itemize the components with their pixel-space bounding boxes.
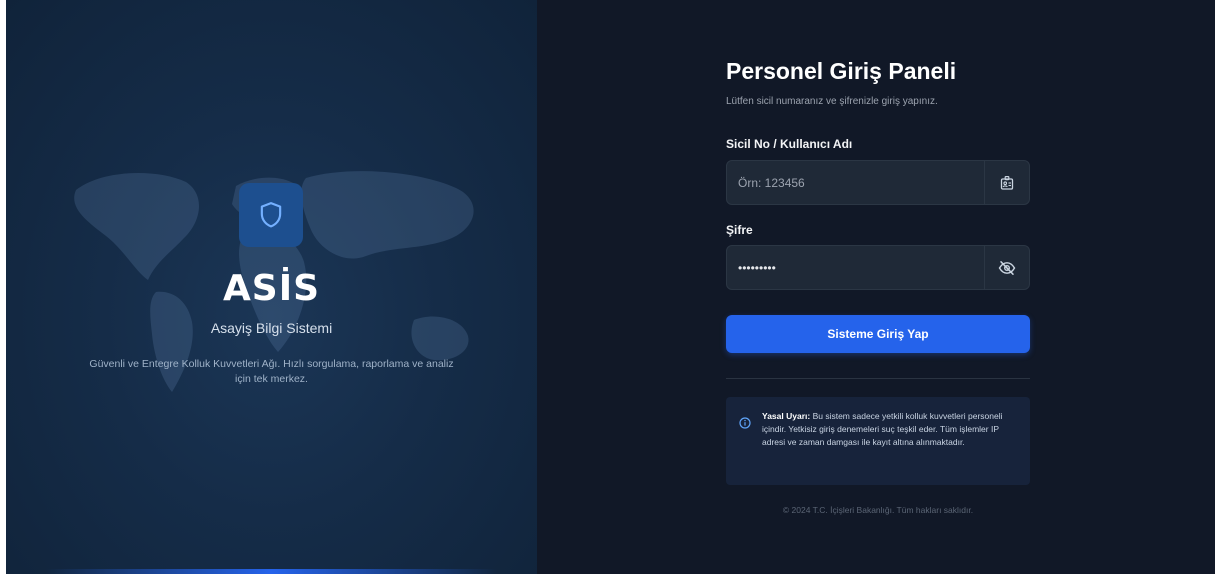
- brand-description: Güvenli ve Entegre Kolluk Kuvvetleri Ağı…: [89, 358, 454, 385]
- shield-icon: [260, 202, 282, 228]
- eye-off-icon: [998, 260, 1016, 275]
- toggle-password-button[interactable]: [984, 246, 1029, 289]
- username-label: Sicil No / Kullanıcı Adı: [726, 137, 853, 151]
- login-button[interactable]: Sisteme Giriş Yap: [726, 315, 1030, 353]
- legal-notice-heading: Yasal Uyarı:: [762, 411, 811, 421]
- legal-notice-text: Yasal Uyarı: Bu sistem sadece yetkili ko…: [762, 410, 1018, 449]
- legal-notice: Yasal Uyarı: Bu sistem sadece yetkili ko…: [726, 397, 1030, 485]
- divider: [726, 378, 1030, 379]
- password-label: Şifre: [726, 223, 753, 237]
- logo-badge: [239, 183, 303, 247]
- id-card-icon: [1000, 175, 1014, 190]
- page-title: Personel Giriş Paneli: [726, 58, 957, 84]
- login-instructions: Lütfen sicil numaranız ve şifrenizle gir…: [726, 96, 938, 107]
- password-field: [726, 245, 1030, 290]
- username-input[interactable]: [727, 161, 984, 204]
- brand-panel: ASİS Asayiş Bilgi Sistemi Güvenli ve Ent…: [6, 0, 537, 574]
- username-field: [726, 160, 1030, 205]
- login-window: ASİS Asayiş Bilgi Sistemi Güvenli ve Ent…: [6, 0, 1215, 574]
- login-panel: Personel Giriş Paneli Lütfen sicil numar…: [537, 0, 1215, 574]
- copyright-footer: © 2024 T.C. İçişleri Bakanlığı. Tüm hakl…: [782, 505, 974, 515]
- password-input[interactable]: [727, 246, 984, 289]
- brand-name: ASİS: [222, 268, 321, 309]
- bottom-accent-bar: [46, 569, 497, 574]
- username-addon: [984, 161, 1029, 204]
- info-icon: [739, 417, 751, 429]
- brand-subtitle: Asayiş Bilgi Sistemi: [210, 320, 333, 336]
